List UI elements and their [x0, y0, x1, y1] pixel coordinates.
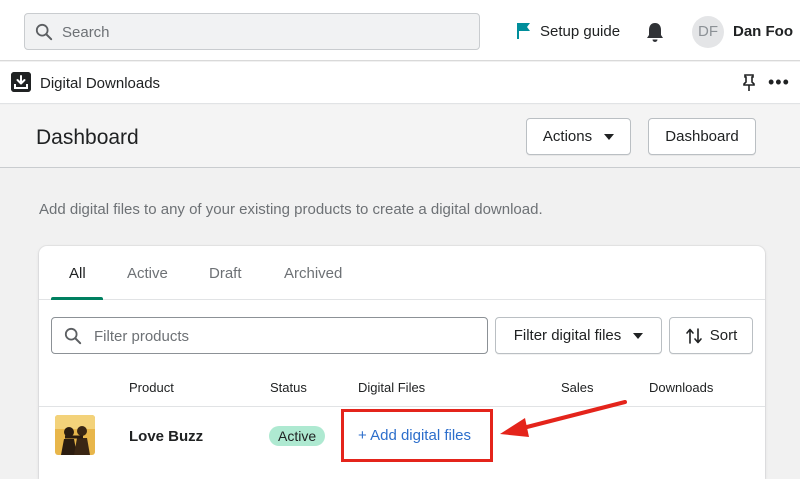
filter-digital-files-button[interactable]: Filter digital files [495, 317, 662, 354]
filter-products-input[interactable]: Filter products [51, 317, 488, 354]
filter-products-placeholder: Filter products [94, 328, 190, 345]
status-badge: Active [269, 426, 326, 446]
setup-guide-link[interactable]: Setup guide [516, 21, 620, 41]
actions-dropdown-button[interactable]: Actions [526, 118, 631, 155]
search-icon [64, 327, 82, 345]
actions-button-label: Actions [542, 128, 593, 145]
tab-active[interactable]: Active [127, 265, 168, 282]
sort-icon [685, 327, 702, 344]
dashboard-button-label: Dashboard [665, 128, 739, 145]
product-name[interactable]: Love Buzz [129, 428, 203, 445]
active-tab-indicator [51, 297, 103, 300]
caret-down-icon [604, 133, 615, 140]
search-icon [35, 23, 53, 41]
bell-icon[interactable] [645, 21, 665, 43]
sort-button[interactable]: Sort [669, 317, 753, 354]
status-tabs: All Active Draft Archived [39, 246, 765, 300]
global-search-input[interactable]: Search [24, 13, 480, 50]
tab-all[interactable]: All [69, 265, 86, 282]
column-header-downloads: Downloads [649, 380, 714, 395]
tab-archived[interactable]: Archived [284, 265, 342, 282]
app-logo-icon [11, 72, 31, 92]
top-bar: Search Setup guide DF Dan Foo [0, 0, 800, 61]
sort-button-label: Sort [709, 327, 738, 344]
app-header: Digital Downloads ••• [0, 62, 800, 104]
pin-icon[interactable] [742, 74, 756, 92]
column-header-digital-files: Digital Files [358, 380, 426, 395]
tab-draft[interactable]: Draft [209, 265, 242, 282]
column-header-sales: Sales [561, 380, 594, 395]
setup-guide-label: Setup guide [540, 22, 621, 40]
column-header-product: Product [129, 380, 174, 395]
user-name[interactable]: Dan Foo [733, 23, 793, 40]
app-name: Digital Downloads [40, 75, 161, 92]
caret-down-icon [633, 332, 644, 339]
filter-digital-files-label: Filter digital files [513, 327, 622, 344]
table-divider [39, 406, 765, 407]
page-header: Dashboard Actions Dashboard [0, 105, 800, 168]
page-title: Dashboard [36, 126, 139, 149]
dashboard-button[interactable]: Dashboard [648, 118, 756, 155]
annotation-arrow-icon [500, 400, 627, 437]
more-options-icon[interactable]: ••• [768, 72, 790, 93]
avatar[interactable]: DF [692, 16, 724, 48]
column-header-status: Status [270, 380, 307, 395]
intro-text: Add digital files to any of your existin… [39, 201, 543, 218]
search-placeholder: Search [62, 24, 110, 41]
annotation-highlight-box [341, 409, 493, 462]
flag-icon [517, 23, 530, 39]
product-thumbnail [55, 415, 95, 455]
